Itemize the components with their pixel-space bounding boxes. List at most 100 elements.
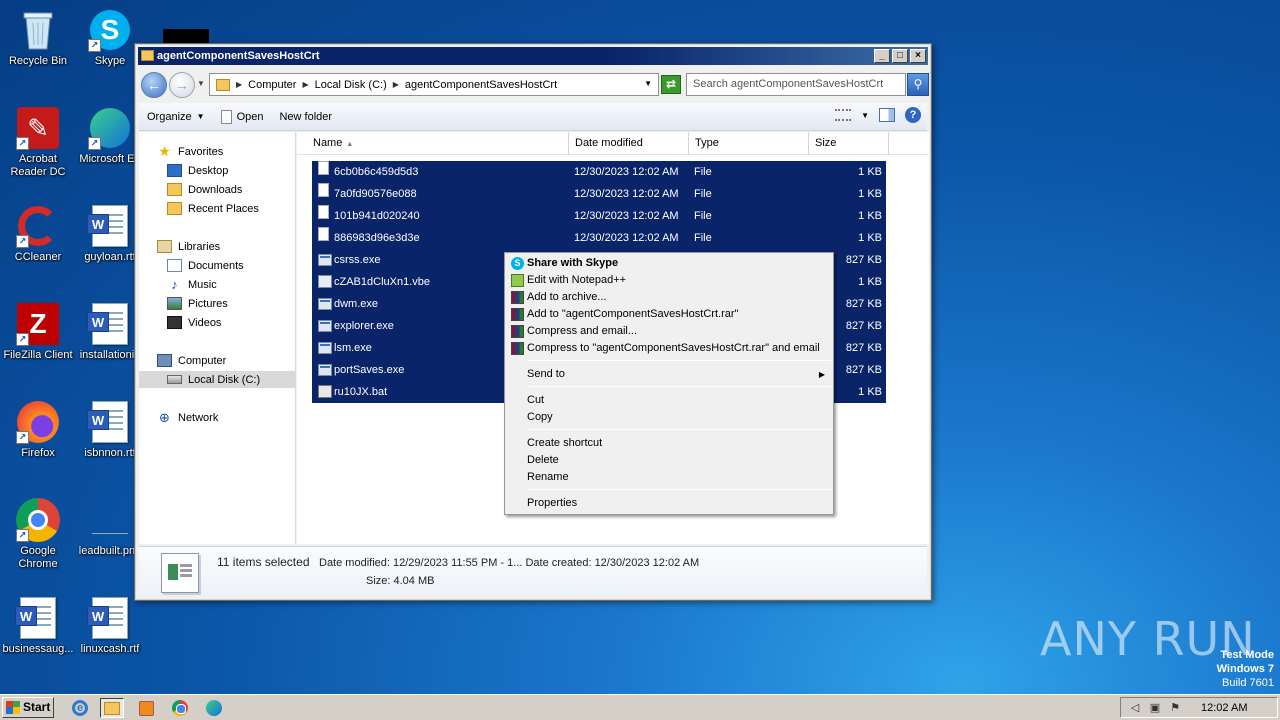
test-mode-label: Test Mode Windows 7 Build 7601: [1217, 648, 1274, 690]
nav-pictures[interactable]: Pictures: [167, 295, 228, 312]
desktop-icon-acrobat[interactable]: ✎ ↗ Acrobat Reader DC: [0, 106, 76, 179]
menu-label: Edit with Notepad++: [527, 274, 627, 286]
organize-label: Organize: [147, 110, 192, 123]
taskbar-media-player[interactable]: [134, 698, 158, 718]
close-button[interactable]: ×: [910, 49, 926, 63]
nav-documents[interactable]: Documents: [167, 257, 244, 274]
column-header-size[interactable]: Size: [809, 132, 889, 155]
menu-item-create-shortcut[interactable]: Create shortcut: [507, 435, 831, 452]
menu-item-delete[interactable]: Delete: [507, 452, 831, 469]
desktop-icon-firefox[interactable]: ↗ Firefox: [0, 400, 76, 460]
breadcrumb-local-disk[interactable]: Local Disk (C:): [315, 79, 387, 91]
chevron-down-icon[interactable]: ▼: [644, 79, 652, 88]
nav-label: Music: [188, 278, 217, 291]
taskbar-chrome[interactable]: [168, 698, 192, 718]
taskbar-internet-explorer[interactable]: e: [68, 698, 92, 718]
minimize-button[interactable]: _: [874, 49, 890, 63]
nav-favorites[interactable]: ★ Favorites: [157, 143, 223, 160]
action-center-flag-icon[interactable]: ⚑: [1169, 702, 1181, 714]
desktop-icon-linuxcash[interactable]: W linuxcash.rtf: [72, 596, 148, 656]
nav-libraries[interactable]: Libraries: [157, 238, 220, 255]
menu-label: Add to archive...: [527, 291, 607, 303]
views-icon[interactable]: [835, 109, 852, 121]
search-button[interactable]: ⚲: [907, 73, 929, 96]
menu-item-rename[interactable]: Rename: [507, 469, 831, 486]
nav-videos[interactable]: Videos: [167, 314, 221, 331]
ccleaner-icon: ↗: [16, 204, 60, 248]
taskbar: Start e ◁ ▣ ⚑ 12:02 AM: [0, 694, 1280, 720]
menu-item-compress-rar-email[interactable]: Compress to "agentComponentSavesHostCrt.…: [507, 340, 831, 357]
nav-music[interactable]: ♪ Music: [167, 276, 217, 293]
file-size: 1 KB: [858, 386, 882, 398]
menu-item-share-skype[interactable]: S Share with Skype: [507, 255, 831, 272]
file-name: ru10JX.bat: [334, 386, 388, 398]
clock[interactable]: 12:02 AM: [1201, 702, 1247, 714]
column-header-type[interactable]: Type: [689, 132, 809, 155]
organize-button[interactable]: Organize ▼: [139, 106, 213, 128]
file-icon: [318, 161, 329, 175]
help-icon[interactable]: ?: [905, 107, 921, 123]
command-bar: Organize ▼ Open New folder ▼ ?: [139, 103, 927, 131]
title-bar[interactable]: agentComponentSavesHostCrt _ □ ×: [138, 47, 928, 65]
file-row[interactable]: 886983d96e3d3e 12/30/2023 12:02 AM File 1 K…: [312, 227, 886, 249]
column-header-date[interactable]: Date modified: [569, 132, 689, 155]
nav-label: Local Disk (C:): [188, 373, 261, 386]
address-bar[interactable]: ▶ Computer ▶ Local Disk (C:) ▶ agentComp…: [209, 73, 659, 96]
desktop-icon-ccleaner[interactable]: ↗ CCleaner: [0, 204, 76, 264]
chevron-right-icon[interactable]: ▶: [236, 80, 242, 89]
chevron-right-icon: ▶: [818, 370, 825, 379]
maximize-button[interactable]: □: [892, 49, 908, 63]
chevron-right-icon[interactable]: ▶: [393, 80, 399, 89]
menu-item-compress-email[interactable]: Compress and email...: [507, 323, 831, 340]
forward-button[interactable]: →: [169, 72, 195, 98]
refresh-button[interactable]: ⇄: [661, 75, 681, 94]
desktop-icon-filezilla[interactable]: Z ↗ FileZilla Client: [0, 302, 76, 362]
file-row[interactable]: 6cb0b6c459d5d3 12/30/2023 12:02 AM File 1 K…: [312, 161, 886, 183]
menu-item-edit-notepadpp[interactable]: Edit with Notepad++: [507, 272, 831, 289]
desktop-icon-businessaug[interactable]: W businessaug...: [0, 596, 76, 656]
back-button[interactable]: ←: [141, 72, 167, 98]
nav-recent-places[interactable]: Recent Places: [167, 200, 259, 217]
nav-computer[interactable]: Computer: [157, 352, 226, 369]
nav-label: Libraries: [178, 240, 221, 253]
nav-label: Documents: [188, 259, 244, 272]
breadcrumb-current-folder[interactable]: agentComponentSavesHostCrt: [405, 79, 557, 91]
taskbar-explorer[interactable]: [100, 698, 124, 718]
breadcrumb-computer[interactable]: Computer: [248, 79, 296, 91]
chevron-right-icon[interactable]: ▶: [302, 80, 308, 89]
file-size: 827 KB: [845, 298, 882, 310]
start-button[interactable]: Start: [2, 697, 54, 718]
search-input[interactable]: Search agentComponentSavesHostCrt: [686, 73, 906, 96]
menu-item-cut[interactable]: Cut: [507, 392, 831, 409]
open-button[interactable]: Open: [213, 106, 272, 128]
column-header-name[interactable]: Name ▲: [307, 132, 569, 155]
recent-pages-dropdown[interactable]: ▼: [197, 79, 205, 88]
nav-local-disk[interactable]: Local Disk (C:): [139, 371, 296, 388]
chevron-down-icon[interactable]: ▼: [861, 111, 869, 120]
music-icon: ♪: [171, 277, 178, 292]
file-row[interactable]: 101b941d020240 12/30/2023 12:02 AM File 1 K…: [312, 205, 886, 227]
network-tray-icon[interactable]: ▣: [1149, 702, 1161, 714]
menu-item-properties[interactable]: Properties: [507, 495, 831, 512]
nav-desktop[interactable]: Desktop: [167, 162, 228, 179]
nav-label: Pictures: [188, 297, 228, 310]
file-row[interactable]: 7a0fd90576e088 12/30/2023 12:02 AM File 1 K…: [312, 183, 886, 205]
file-name: 101b941d020240: [334, 210, 420, 222]
new-folder-button[interactable]: New folder: [271, 106, 340, 128]
taskbar-edge[interactable]: [202, 698, 226, 718]
menu-item-add-rar[interactable]: Add to "agentComponentSavesHostCrt.rar": [507, 306, 831, 323]
folder-icon: [104, 701, 120, 715]
file-size: 827 KB: [845, 254, 882, 266]
recent-places-icon: [167, 202, 182, 215]
desktop-icon-chrome[interactable]: ↗ Google Chrome: [0, 498, 76, 571]
menu-item-copy[interactable]: Copy: [507, 409, 831, 426]
nav-downloads[interactable]: Downloads: [167, 181, 242, 198]
volume-icon[interactable]: ◁: [1129, 702, 1141, 714]
desktop-icon-recycle-bin[interactable]: Recycle Bin: [0, 8, 76, 68]
menu-item-send-to[interactable]: Send to ▶: [507, 366, 831, 383]
file-name: explorer.exe: [334, 320, 394, 332]
nav-network[interactable]: ⊕ Network: [157, 409, 218, 426]
preview-pane-icon[interactable]: [879, 108, 895, 122]
firefox-icon: ↗: [16, 400, 60, 444]
menu-item-add-archive[interactable]: Add to archive...: [507, 289, 831, 306]
